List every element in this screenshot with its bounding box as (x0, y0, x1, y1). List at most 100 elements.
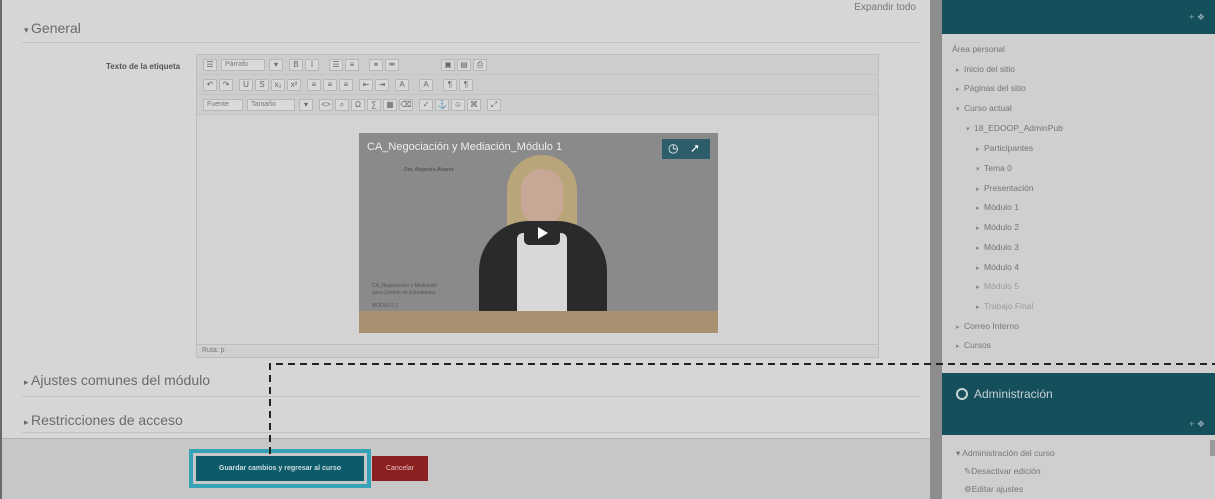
html-icon[interactable]: ⌘ (467, 99, 481, 111)
gear-icon (956, 388, 968, 400)
align-left-icon[interactable]: ≡ (307, 79, 321, 91)
italic-icon[interactable]: I (305, 59, 319, 71)
embedded-video[interactable]: CA_Negociación y Mediación_Módulo 1 ◷ ➚ … (359, 133, 718, 333)
section-general-toggle[interactable]: ▾ General (24, 20, 81, 36)
align-center-icon[interactable]: ≡ (323, 79, 337, 91)
video-frame-shirt (517, 233, 567, 323)
strikethrough-icon[interactable]: S (255, 79, 269, 91)
unlink-icon[interactable]: ⚮ (385, 59, 399, 71)
admin-item[interactable]: ✎Desactivar edición (964, 466, 1041, 477)
bold-icon[interactable]: B (289, 59, 303, 71)
admin-item[interactable]: ⚙Editar ajustes (964, 484, 1023, 495)
chevron-down-icon: ▾ (24, 25, 32, 35)
rich-text-editor[interactable]: ☰ Párrafo ▾ B I ☰ ≡ ⚭ ⚮ ▣ ▤ ⎙ ↶ ↷ U S x₂… (196, 54, 879, 358)
chevron-right-icon: ▸ (24, 377, 32, 387)
equation-icon[interactable]: ∑ (367, 99, 381, 111)
video-share-icons[interactable]: ◷ ➚ (662, 139, 710, 159)
nav-item[interactable]: ▸ Participantes (976, 143, 1033, 153)
nav-item-label: Trabajo Final (984, 301, 1034, 311)
special-char-icon[interactable]: Ω (351, 99, 365, 111)
share-icon[interactable]: ➚ (690, 141, 700, 155)
nav-item[interactable]: ▸ Módulo 1 (976, 202, 1019, 212)
undo-icon[interactable]: ↶ (203, 79, 217, 91)
table-icon[interactable]: ▦ (383, 99, 397, 111)
nav-item[interactable]: ▸ Módulo 5 (976, 281, 1019, 291)
dropdown-arrow-icon[interactable]: ▾ (269, 59, 283, 71)
scrollbar[interactable] (1210, 440, 1215, 456)
nav-item[interactable]: Área personal (952, 44, 1005, 54)
nav-item-label: Módulo 5 (984, 281, 1019, 291)
nav-item[interactable]: ▸ Páginas del sitio (956, 83, 1026, 93)
nav-item[interactable]: ▸ Correo Interno (956, 321, 1019, 331)
nav-item-label: Módulo 2 (984, 222, 1019, 232)
code-icon[interactable]: <> (319, 99, 333, 111)
section-common-label: Ajustes comunes del módulo (31, 372, 211, 388)
numbered-list-icon[interactable]: ≡ (345, 59, 359, 71)
subscript-icon[interactable]: x₂ (271, 79, 285, 91)
toolbar-toggle-icon[interactable]: ☰ (203, 59, 217, 71)
image-icon[interactable]: ▣ (441, 59, 455, 71)
admin-title-label: Administración (974, 387, 1053, 401)
chevron-right-icon: ▸ (976, 186, 980, 193)
play-icon[interactable] (524, 221, 560, 245)
font-select[interactable]: Fuente (203, 99, 243, 111)
cancel-button[interactable]: Cancelar (372, 456, 428, 481)
block-controls-icon[interactable]: + ❖ (1189, 419, 1205, 430)
align-right-icon[interactable]: ≡ (339, 79, 353, 91)
redo-icon[interactable]: ↷ (219, 79, 233, 91)
chevron-right-icon: ▸ (956, 324, 960, 331)
bullet-list-icon[interactable]: ☰ (329, 59, 343, 71)
section-common-toggle[interactable]: ▸ Ajustes comunes del módulo (24, 372, 210, 388)
anchor-icon[interactable]: ⚓ (435, 99, 449, 111)
nav-item-label: Páginas del sitio (964, 83, 1026, 93)
chevron-down-icon: ▾ (956, 448, 961, 458)
file-icon[interactable]: ⎙ (473, 59, 487, 71)
admin-item[interactable]: ▾ Administración del curso (956, 448, 1055, 459)
save-and-return-button[interactable]: Guardar cambios y regresar al curso (189, 449, 371, 488)
nav-item-label: Participantes (984, 143, 1034, 153)
speaker-label: Dra. Alejandra Álvarez (404, 167, 454, 173)
background-color-icon[interactable]: A (419, 79, 433, 91)
nav-item[interactable]: ▸ Presentación (976, 183, 1034, 193)
chevron-right-icon: ▸ (976, 245, 980, 252)
nav-item[interactable]: ▾ 18_EDOOP_AdminPub (966, 123, 1063, 133)
editor-content[interactable]: CA_Negociación y Mediación_Módulo 1 ◷ ➚ … (197, 116, 878, 346)
ltr-icon[interactable]: ¶ (443, 79, 457, 91)
size-select[interactable]: Tamaño (247, 99, 295, 111)
text-color-icon[interactable]: A (395, 79, 409, 91)
fullscreen-icon[interactable]: ⤢ (487, 99, 501, 111)
emoticon-icon[interactable]: ☺ (451, 99, 465, 111)
block-controls-icon[interactable]: + ❖ (1189, 12, 1205, 23)
nav-item[interactable]: ▸ Cursos (956, 340, 991, 350)
nav-item-label: Área personal (952, 44, 1005, 54)
paragraph-select[interactable]: Párrafo (221, 59, 265, 71)
section-restrictions-toggle[interactable]: ▸ Restricciones de acceso (24, 412, 183, 428)
nav-item[interactable]: ▾ Curso actual (956, 103, 1012, 113)
rtl-icon[interactable]: ¶ (459, 79, 473, 91)
video-frame-desk (359, 311, 718, 333)
nav-item[interactable]: ▸ Trabajo Final (976, 301, 1033, 311)
chevron-down-icon: ▾ (956, 106, 960, 113)
underline-icon[interactable]: U (239, 79, 253, 91)
nav-item[interactable]: ▾ Tema 0 (976, 163, 1012, 173)
gear-icon: ⚙ (964, 484, 972, 494)
video-side-line: CA_Negociación y Mediación (372, 283, 438, 289)
outdent-icon[interactable]: ⇤ (359, 79, 373, 91)
editor-toolbar-2: ↶ ↷ U S x₂ x² ≡ ≡ ≡ ⇤ ⇥ A A ¶ ¶ (197, 75, 878, 95)
dropdown-arrow-icon[interactable]: ▾ (299, 99, 313, 111)
clear-format-icon[interactable]: ⌫ (399, 99, 413, 111)
nav-item[interactable]: ▸ Módulo 3 (976, 242, 1019, 252)
indent-icon[interactable]: ⇥ (375, 79, 389, 91)
find-icon[interactable]: ⌕ (335, 99, 349, 111)
nav-item[interactable]: ▸ Módulo 2 (976, 222, 1019, 232)
spellcheck-icon[interactable]: ✓ (419, 99, 433, 111)
clock-icon[interactable]: ◷ (668, 141, 678, 155)
superscript-icon[interactable]: x² (287, 79, 301, 91)
nav-item[interactable]: ▸ Módulo 4 (976, 262, 1019, 272)
nav-item[interactable]: ▸ Inicio del sitio (956, 64, 1015, 74)
divider (22, 396, 920, 397)
link-icon[interactable]: ⚭ (369, 59, 383, 71)
main-content: Expandir todo ▾ General Texto de la etiq… (0, 0, 930, 499)
expand-all-link[interactable]: Expandir todo (854, 2, 916, 13)
media-icon[interactable]: ▤ (457, 59, 471, 71)
